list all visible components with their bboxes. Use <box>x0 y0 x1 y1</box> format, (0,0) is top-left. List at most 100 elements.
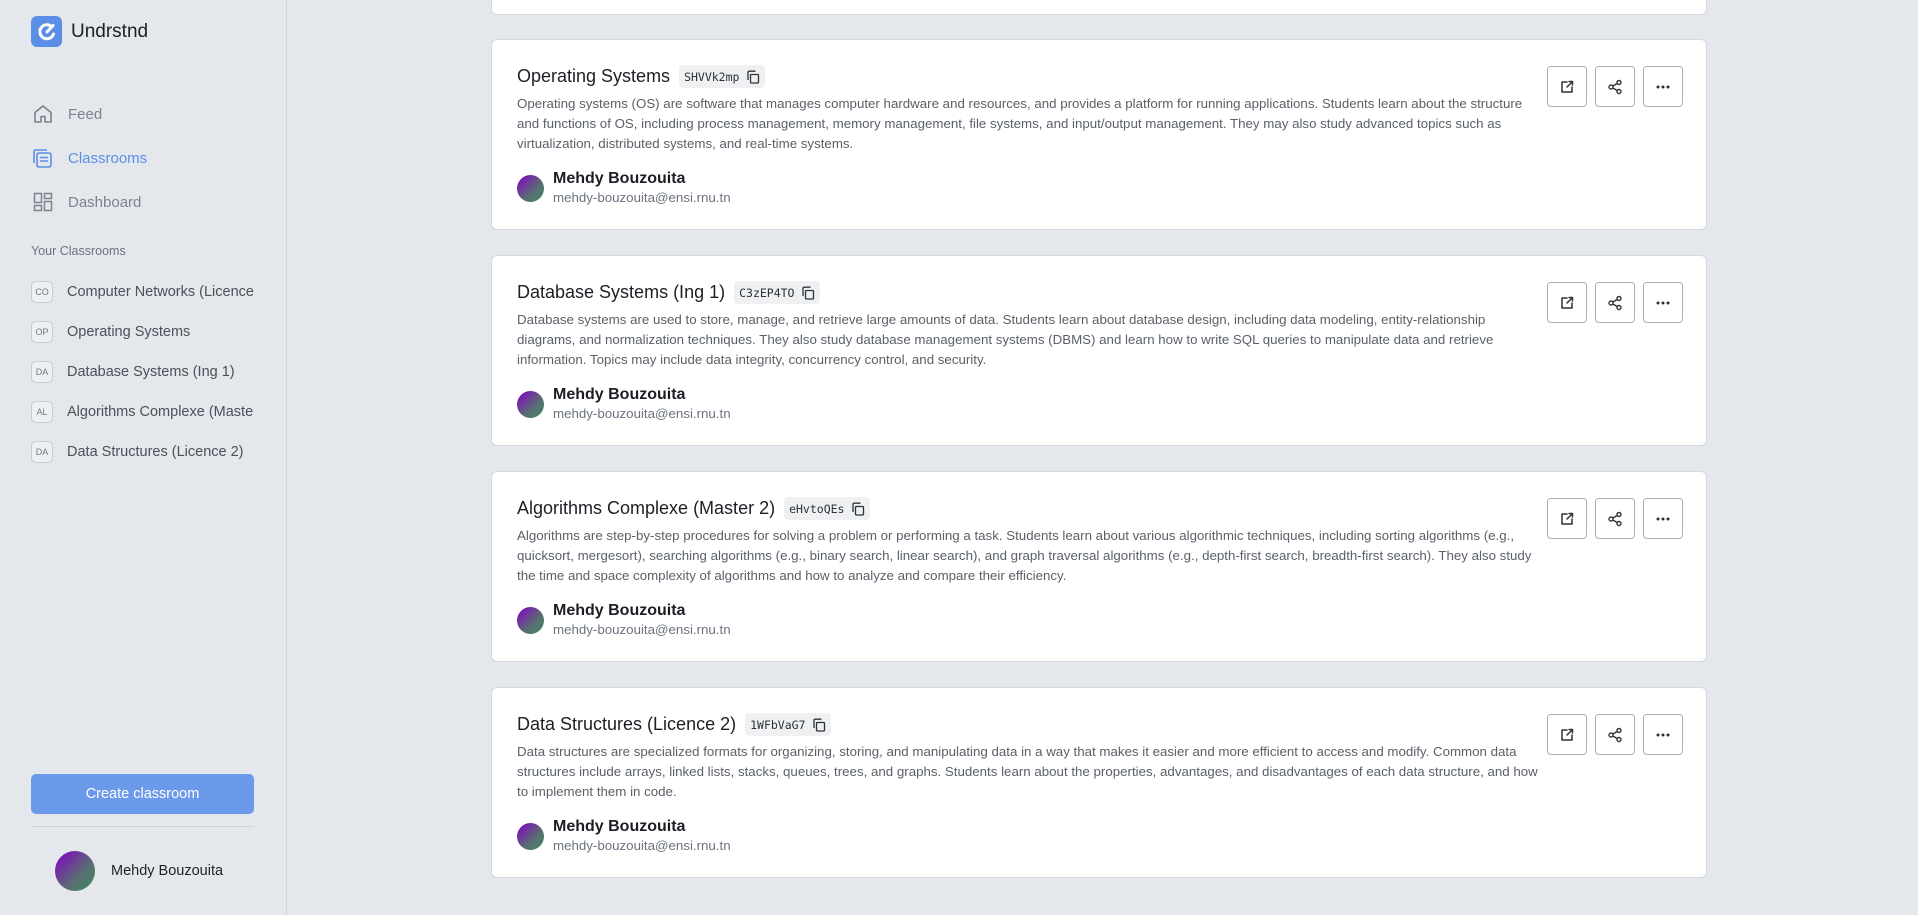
share-button[interactable] <box>1595 282 1635 323</box>
card-header: Operating Systems SHVVk2mp <box>517 65 766 88</box>
classroom-card: Algorithms Complexe (Master 2) eHvtoQEs … <box>491 471 1707 662</box>
classroom-badge: AL <box>31 401 53 423</box>
card-actions <box>1539 498 1683 539</box>
classroom-description: Data structures are specialized formats … <box>517 744 1538 799</box>
share-icon <box>1608 79 1622 94</box>
card-actions <box>1539 714 1683 755</box>
avatar <box>517 174 544 202</box>
nav-label: Feed <box>68 105 103 123</box>
open-classroom-button[interactable] <box>1547 714 1587 755</box>
more-options-button[interactable] <box>1643 498 1683 539</box>
brand[interactable]: Undrstnd <box>31 16 148 47</box>
classroom-title: Data Structures (Licence 2) <box>517 714 737 734</box>
user-profile[interactable]: Mehdy Bouzouita <box>55 851 223 891</box>
classroom-name: Computer Networks (Licence <box>67 284 254 300</box>
class-code: SHVVk2mp <box>684 69 740 84</box>
user-name: Mehdy Bouzouita <box>111 863 224 879</box>
classroom-badge: DA <box>31 441 53 463</box>
classroom-name: Database Systems (Ing 1) <box>67 364 235 380</box>
more-options-button[interactable] <box>1643 714 1683 755</box>
more-options-icon <box>1656 733 1670 736</box>
dashboard-icon <box>31 191 54 214</box>
copy-icon[interactable] <box>745 69 760 84</box>
author-name: Mehdy Bouzouita <box>553 386 686 403</box>
sidebar-classroom-item[interactable]: DA Database Systems (Ing 1) <box>31 352 271 392</box>
classroom-author: Mehdy Bouzouita mehdy-bouzouita@ensi.rnu… <box>517 817 731 855</box>
nav-item-feed[interactable]: Feed <box>31 92 271 136</box>
more-options-icon <box>1656 85 1670 88</box>
share-icon <box>1608 295 1622 310</box>
more-options-button[interactable] <box>1643 66 1683 107</box>
classroom-badge: OP <box>31 321 53 343</box>
open-classroom-button[interactable] <box>1547 498 1587 539</box>
classroom-description: Operating systems (OS) are software that… <box>517 96 1523 151</box>
open-classroom-button[interactable] <box>1547 66 1587 107</box>
avatar <box>517 390 544 418</box>
author-name: Mehdy Bouzouita <box>553 818 686 835</box>
class-code-chip: SHVVk2mp <box>679 65 766 88</box>
class-code: eHvtoQEs <box>789 501 845 516</box>
classroom-title: Operating Systems <box>517 66 671 86</box>
external-link-icon <box>1561 728 1574 741</box>
classroom-card: Data Structures (Licence 2) 1WFbVaG7 Dat… <box>491 687 1707 878</box>
card-header: Data Structures (Licence 2) 1WFbVaG7 <box>517 713 832 736</box>
classroom-card: Operating Systems SHVVk2mp Operating sys… <box>491 39 1707 230</box>
sidebar-divider <box>31 826 254 827</box>
classroom-card: Database Systems (Ing 1) C3zEP4TO Databa… <box>491 255 1707 446</box>
author-email: mehdy-bouzouita@ensi.rnu.tn <box>553 190 731 205</box>
classroom-title: Algorithms Complexe (Master 2) <box>517 498 776 518</box>
author-email: mehdy-bouzouita@ensi.rnu.tn <box>553 406 731 421</box>
create-classroom-button[interactable]: Create classroom <box>31 774 254 814</box>
external-link-icon <box>1561 512 1574 525</box>
nav-item-classrooms[interactable]: Classrooms <box>31 136 271 180</box>
nav-label: Classrooms <box>68 149 148 167</box>
copy-icon[interactable] <box>800 285 815 300</box>
sidebar-classroom-item[interactable]: AL Algorithms Complexe (Maste <box>31 392 271 432</box>
external-link-icon <box>1561 80 1574 93</box>
classroom-card-partial <box>491 0 1707 15</box>
share-button[interactable] <box>1595 498 1635 539</box>
card-header: Algorithms Complexe (Master 2) eHvtoQEs <box>517 497 871 520</box>
classroom-description: Database systems are used to store, mana… <box>517 312 1494 367</box>
author-email: mehdy-bouzouita@ensi.rnu.tn <box>553 838 731 853</box>
class-code-chip: 1WFbVaG7 <box>745 713 832 736</box>
sidebar: Undrstnd Feed Classrooms Dashboard Your … <box>0 0 287 915</box>
author-email: mehdy-bouzouita@ensi.rnu.tn <box>553 622 731 637</box>
share-button[interactable] <box>1595 714 1635 755</box>
copy-icon[interactable] <box>811 717 826 732</box>
your-classrooms-heading: Your Classrooms <box>31 244 126 258</box>
sidebar-classroom-item[interactable]: CO Computer Networks (Licence <box>31 272 271 312</box>
app-name: Undrstnd <box>71 20 149 42</box>
copy-icon[interactable] <box>850 501 865 516</box>
class-code: C3zEP4TO <box>739 285 795 300</box>
class-code: 1WFbVaG7 <box>750 717 806 732</box>
classroom-list: CO Computer Networks (Licence OP Operati… <box>31 272 271 472</box>
main-content: Operating Systems SHVVk2mp Operating sys… <box>288 0 1918 915</box>
classroom-badge: CO <box>31 281 53 303</box>
classroom-badge: DA <box>31 361 53 383</box>
more-options-icon <box>1656 301 1670 304</box>
share-button[interactable] <box>1595 66 1635 107</box>
classrooms-icon <box>31 147 54 170</box>
home-icon <box>31 103 54 126</box>
share-icon <box>1608 727 1622 742</box>
sidebar-classroom-item[interactable]: OP Operating Systems <box>31 312 271 352</box>
nav-label: Dashboard <box>68 193 142 211</box>
author-name: Mehdy Bouzouita <box>553 170 686 187</box>
classroom-name: Operating Systems <box>67 324 191 340</box>
open-classroom-button[interactable] <box>1547 282 1587 323</box>
classroom-description: Algorithms are step-by-step procedures f… <box>517 528 1532 583</box>
class-code-chip: C3zEP4TO <box>734 281 821 304</box>
card-header: Database Systems (Ing 1) C3zEP4TO <box>517 281 821 304</box>
author-name: Mehdy Bouzouita <box>553 602 686 619</box>
sidebar-classroom-item[interactable]: DA Data Structures (Licence 2) <box>31 432 271 472</box>
logo-icon <box>31 16 62 47</box>
main-nav: Feed Classrooms Dashboard <box>31 92 271 224</box>
classroom-name: Data Structures (Licence 2) <box>67 444 244 460</box>
nav-item-dashboard[interactable]: Dashboard <box>31 180 271 224</box>
avatar <box>55 851 95 891</box>
more-options-icon <box>1656 517 1670 520</box>
card-actions <box>1539 282 1683 323</box>
class-code-chip: eHvtoQEs <box>784 497 871 520</box>
more-options-button[interactable] <box>1643 282 1683 323</box>
